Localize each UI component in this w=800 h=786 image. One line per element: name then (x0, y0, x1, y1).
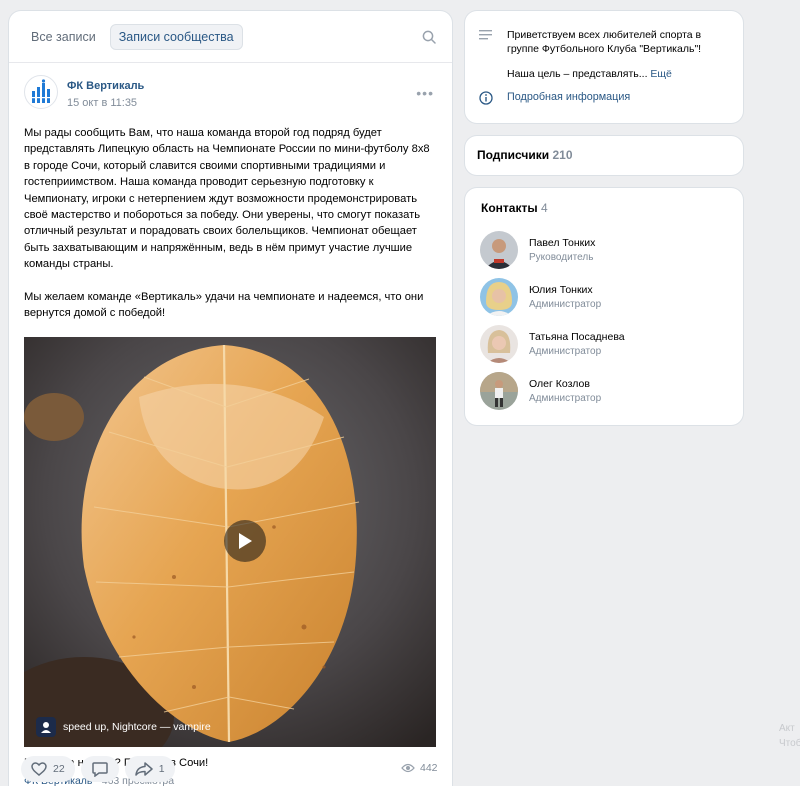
avatar[interactable] (480, 372, 518, 410)
share-icon (134, 762, 153, 776)
tab-all-posts[interactable]: Все записи (23, 25, 104, 49)
contact-role: Администратор (529, 346, 602, 357)
activation-watermark-line1: Акт (779, 723, 795, 734)
community-info-card: Приветствуем всех любителей спорта в гру… (465, 11, 743, 123)
comment-icon (91, 761, 108, 777)
audio-track-name: speed up, Nightcore — vampire (63, 721, 211, 734)
info-details-row[interactable]: Подробная информация (479, 91, 630, 105)
contacts-title[interactable]: Контакты 4 (481, 201, 548, 215)
music-track-icon (36, 717, 56, 738)
show-more-link[interactable]: Ещё (650, 68, 671, 80)
wall-card: Все записи Записи сообщества ФК Вертикал… (9, 11, 452, 786)
like-count: 22 (53, 763, 65, 775)
contact-item[interactable]: Павел Тонких Руководитель (480, 231, 730, 271)
post-date[interactable]: 15 окт в 11:35 (67, 97, 137, 109)
info-icon (479, 91, 493, 105)
eye-icon (401, 763, 415, 773)
contact-role: Администратор (529, 299, 602, 310)
contact-role: Администратор (529, 393, 602, 404)
post-text: Мы рады сообщить Вам, что наша команда в… (9, 125, 452, 321)
subscribers-count: 210 (552, 148, 573, 162)
club-logo-icon (30, 79, 52, 103)
tab-community-posts[interactable]: Записи сообщества (109, 23, 243, 50)
subscribers-title: Подписчики 210 (477, 148, 573, 162)
search-icon[interactable] (422, 30, 436, 44)
contact-role: Руководитель (529, 252, 594, 263)
like-button[interactable]: 22 (21, 756, 75, 782)
post-header: ФК Вертикаль 15 окт в 11:35 ••• (9, 75, 452, 125)
avatar[interactable] (480, 278, 518, 316)
contacts-card: Контакты 4 Павел Тонких Руководитель Юли… (465, 188, 743, 425)
contact-name[interactable]: Татьяна Посаднева (529, 331, 625, 343)
contact-item[interactable]: Олег Козлов Администратор (480, 372, 730, 412)
activation-watermark-line2: Чтоб (779, 738, 800, 749)
community-avatar[interactable] (24, 75, 58, 109)
contact-name[interactable]: Юлия Тонких (529, 284, 593, 296)
post-views: 442 (401, 762, 438, 774)
contacts-label: Контакты (481, 201, 538, 215)
comment-button[interactable] (80, 756, 119, 782)
video-player[interactable]: speed up, Nightcore — vampire (24, 337, 436, 748)
play-icon (239, 533, 252, 550)
subscribers-label: Подписчики (477, 148, 550, 162)
details-link[interactable]: Подробная информация (507, 91, 630, 103)
description-lines-icon (479, 30, 492, 40)
share-count: 1 (158, 763, 165, 775)
post-paragraph: Мы желаем команде «Вертикаль» удачи на ч… (24, 290, 424, 320)
contact-name[interactable]: Олег Козлов (529, 378, 590, 390)
info-goal: Наша цель – представлять... (507, 68, 648, 80)
avatar[interactable] (480, 325, 518, 363)
wall-tabs: Все записи Записи сообщества (9, 11, 452, 63)
more-options-icon[interactable]: ••• (416, 85, 434, 101)
contacts-count: 4 (540, 201, 548, 215)
contact-item[interactable]: Юлия Тонких Администратор (480, 278, 730, 318)
contact-name[interactable]: Павел Тонких (529, 237, 595, 249)
post-author[interactable]: ФК Вертикаль (67, 80, 144, 92)
share-button[interactable]: 1 (124, 756, 175, 782)
info-greeting: Приветствуем всех любителей спорта в гру… (507, 29, 702, 55)
avatar[interactable] (480, 231, 518, 269)
subscribers-card[interactable]: Подписчики 210 (465, 136, 743, 175)
post-actions: 22 1 (21, 756, 441, 782)
contact-item[interactable]: Татьяна Посаднева Администратор (480, 325, 730, 365)
post-paragraph: Мы рады сообщить Вам, что наша команда в… (24, 127, 430, 271)
heart-icon (31, 762, 47, 776)
views-count: 442 (420, 762, 438, 774)
video-audio-label: speed up, Nightcore — vampire (36, 717, 211, 738)
info-description-row: Приветствуем всех любителей спорта в гру… (479, 28, 727, 81)
